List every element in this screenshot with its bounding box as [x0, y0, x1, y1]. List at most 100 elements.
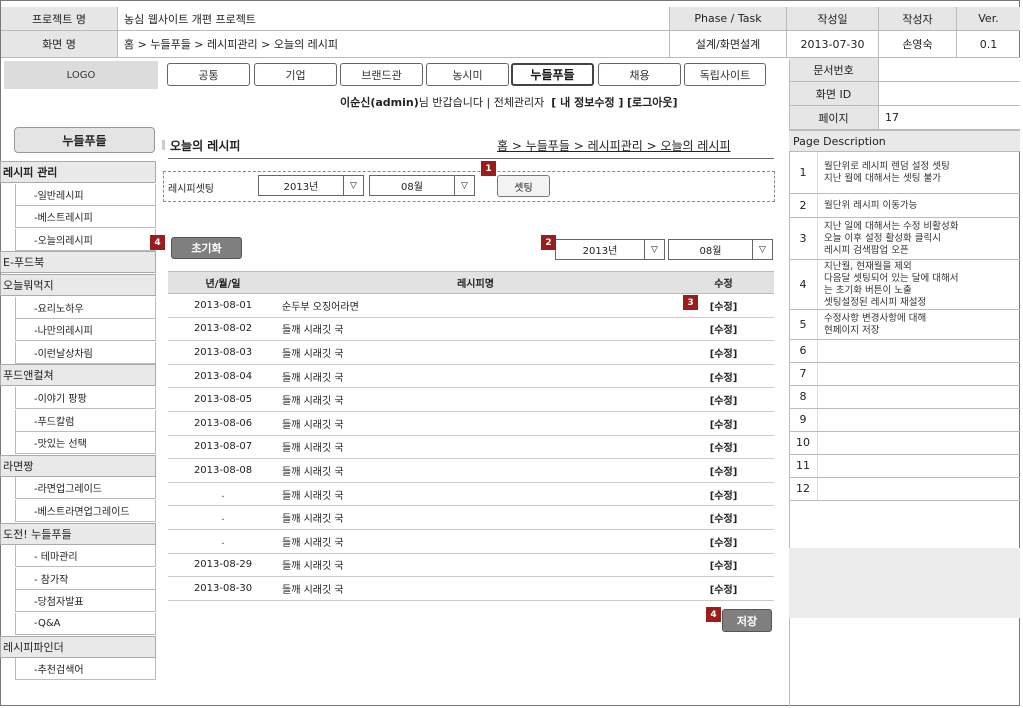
- setting-year-select[interactable]: 2013년 ▽: [258, 175, 364, 196]
- sidebar-item[interactable]: -오늘의레시피: [15, 228, 156, 251]
- sidebar-item[interactable]: 레시피파인더: [0, 635, 156, 658]
- row-edit-link[interactable]: [수정]: [673, 553, 774, 578]
- row-recipe-name: 들깨 시래깃 국: [278, 317, 673, 342]
- logo[interactable]: LOGO: [4, 61, 158, 89]
- description-number: 4: [789, 260, 818, 309]
- description-row: 5 수정사항 변경사항에 대해 현페이지 저장: [789, 310, 1020, 340]
- sidebar-item[interactable]: - 테마관리: [15, 545, 156, 568]
- screen-id-label: 화면 ID: [789, 82, 879, 106]
- col-header-recipe: 레시피명: [278, 271, 673, 294]
- chevron-down-icon: ▽: [454, 176, 474, 195]
- row-recipe-name: 들깨 시래깃 국: [278, 340, 673, 365]
- row-edit-link[interactable]: [수정]: [673, 317, 774, 342]
- row-edit-link[interactable]: [수정]: [673, 411, 774, 436]
- sidebar-item[interactable]: -당첨자발표: [15, 590, 156, 613]
- sidebar-item[interactable]: -일반레시피: [15, 183, 156, 206]
- screen-name-value: 홈 > 누들푸들 > 레시피관리 > 오늘의 레시피: [118, 31, 670, 58]
- row-edit-link[interactable]: [수정]: [673, 482, 774, 507]
- nav-noodle-foodle[interactable]: 누들푸들: [511, 63, 594, 86]
- table-row: . 들깨 시래깃 국 [수정]: [168, 482, 774, 507]
- row-date: .: [168, 529, 278, 554]
- description-text: [818, 409, 1020, 431]
- description-row: 4 지난월, 현재월을 제외 다음달 셋팅되어 있는 달에 대해서 는 초기화 버…: [789, 260, 1020, 310]
- table-row: 2013-08-06 들깨 시래깃 국 [수정]: [168, 411, 774, 436]
- row-date: .: [168, 482, 278, 507]
- description-text: 수정사항 변경사항에 대해 현페이지 저장: [824, 313, 927, 336]
- user-info: 이순신(admin)님 반갑습니다 | 전체관리자 [ 내 정보수정 ] [로그…: [340, 94, 678, 110]
- row-edit-link[interactable]: [수정]: [673, 576, 774, 601]
- filter-year-select[interactable]: 2013년 ▽: [555, 239, 665, 260]
- description-text: 지난 일에 대해서는 수정 비활성화 오늘 이후 설정 활성화 클릭시 레시피 …: [824, 221, 959, 256]
- nav-recruit[interactable]: 채용: [598, 63, 681, 86]
- description-number: 2: [789, 194, 818, 217]
- table-header-row: 년/월/일 레시피명 수정: [168, 271, 774, 294]
- sidebar-item[interactable]: -라면업그레이드: [15, 477, 156, 500]
- col-header-edit: 수정: [673, 271, 774, 294]
- filter-month-select[interactable]: 08월 ▽: [668, 239, 773, 260]
- sidebar-item[interactable]: -요리노하우: [15, 296, 156, 319]
- sidebar-item[interactable]: -나만의레시피: [15, 319, 156, 342]
- description-number: 5: [789, 310, 818, 339]
- table-row: 2013-08-03 들깨 시래깃 국 [수정]: [168, 340, 774, 365]
- row-recipe-name: 순두부 오징어라면: [278, 293, 673, 318]
- annotation-badge-4: 4: [150, 235, 165, 250]
- nav-common[interactable]: 공통: [167, 63, 250, 86]
- sidebar-item[interactable]: -베스트라면업그레이드: [15, 500, 156, 522]
- row-edit-link[interactable]: [수정]: [673, 529, 774, 554]
- table-row: 2013-08-07 들깨 시래깃 국 [수정]: [168, 435, 774, 460]
- sidebar-item[interactable]: 레시피 관리: [0, 161, 156, 183]
- row-date: 2013-08-06: [168, 411, 278, 436]
- project-name-label: 프로젝트 명: [1, 7, 118, 31]
- table-row: 2013-08-05 들깨 시래깃 국 [수정]: [168, 387, 774, 412]
- description-row: 12: [789, 478, 1020, 501]
- reset-button[interactable]: 초기화: [171, 237, 242, 259]
- nav-independent-site[interactable]: 독립사이트: [684, 63, 766, 86]
- setting-month-select[interactable]: 08월 ▽: [369, 175, 475, 196]
- description-row: 2 월단위 레시피 이동가능: [789, 194, 1020, 218]
- sidebar-item[interactable]: -맛있는 선택: [15, 432, 156, 455]
- project-name-value: 농심 웹사이트 개편 프로젝트: [118, 7, 670, 31]
- nav-brand[interactable]: 브랜드관: [340, 63, 423, 86]
- row-edit-link[interactable]: [수정]: [673, 340, 774, 365]
- description-text: [818, 340, 1020, 362]
- description-number: 10: [789, 432, 818, 454]
- sidebar-item[interactable]: 오늘뭐먹지: [0, 274, 156, 296]
- content-breadcrumb[interactable]: 홈 > 누들푸들 > 레시피관리 > 오늘의 레시피: [497, 137, 731, 154]
- sidebar-item[interactable]: - 참가작: [15, 567, 156, 590]
- description-row: 6: [789, 340, 1020, 363]
- edit-profile-link[interactable]: [ 내 정보수정 ]: [551, 96, 623, 109]
- row-date: 2013-08-03: [168, 340, 278, 365]
- sidebar-item[interactable]: 푸드앤컬쳐: [0, 364, 156, 387]
- table-row: 2013-08-08 들깨 시래깃 국 [수정]: [168, 458, 774, 483]
- setting-month-value: 08월: [401, 182, 423, 193]
- description-text: [818, 386, 1020, 408]
- sidebar-item[interactable]: -푸드칼럼: [15, 409, 156, 432]
- description-text: [818, 363, 1020, 385]
- sidebar-item[interactable]: 라면짱: [0, 454, 156, 477]
- row-edit-link[interactable]: [수정]: [673, 387, 774, 412]
- description-number: 6: [789, 340, 818, 362]
- row-edit-link[interactable]: [수정]: [673, 458, 774, 483]
- nav-company[interactable]: 기업: [254, 63, 337, 86]
- sidebar-item[interactable]: -이야기 팡팡: [15, 387, 156, 409]
- row-date: .: [168, 505, 278, 530]
- row-edit-link[interactable]: [수정]: [673, 505, 774, 530]
- sidebar-item[interactable]: -이런날상차림: [15, 341, 156, 364]
- sidebar-item[interactable]: -베스트레시피: [15, 206, 156, 229]
- logout-link[interactable]: [로그아웃]: [627, 96, 678, 109]
- recipe-table: 년/월/일 레시피명 수정 2013-08-01 순두부 오징어라면 [수정] 201…: [168, 271, 774, 601]
- setting-button[interactable]: 셋팅: [497, 175, 550, 197]
- sidebar-item[interactable]: E-푸드북: [0, 251, 156, 274]
- row-recipe-name: 들깨 시래깃 국: [278, 435, 673, 460]
- sidebar-item[interactable]: -추천검색어: [15, 658, 156, 681]
- save-button[interactable]: 저장: [722, 609, 772, 632]
- row-edit-link[interactable]: [수정]: [673, 364, 774, 389]
- sidebar-item[interactable]: -Q&A: [15, 613, 156, 635]
- row-date: 2013-08-05: [168, 387, 278, 412]
- doc-number-label: 문서번호: [789, 58, 879, 82]
- sidebar-item[interactable]: 도전! 누들푸들: [0, 522, 156, 545]
- content-title: 오늘의 레시피: [161, 139, 241, 153]
- row-edit-link[interactable]: [수정]: [673, 435, 774, 460]
- nav-nongsimi[interactable]: 농시미: [426, 63, 509, 86]
- row-date: 2013-08-08: [168, 458, 278, 483]
